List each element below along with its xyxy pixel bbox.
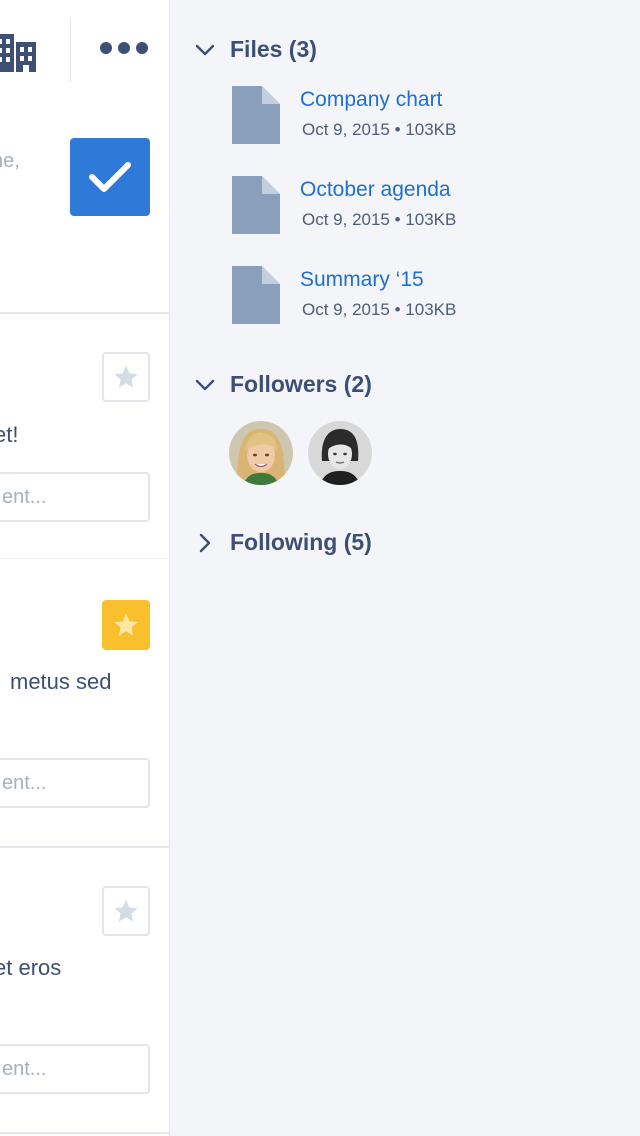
document-icon xyxy=(232,176,280,234)
file-name-link[interactable]: October agenda xyxy=(300,178,451,202)
post-text: et eros xyxy=(0,955,62,980)
avatar-woman-blonde-icon xyxy=(229,421,293,485)
file-meta: Oct 9, 2015 • 103KB xyxy=(302,210,457,229)
star-icon xyxy=(114,899,138,922)
comment-input[interactable]: ent... xyxy=(0,1044,150,1094)
company-building-icon[interactable] xyxy=(0,28,42,72)
document-icon xyxy=(232,266,280,324)
file-meta: Oct 9, 2015 • 103KB xyxy=(302,300,457,319)
following-section-header[interactable]: Following (5) xyxy=(194,529,372,556)
star-icon xyxy=(114,613,138,636)
following-section-title: Following (5) xyxy=(230,529,372,555)
feed-divider xyxy=(0,846,169,848)
document-icon xyxy=(232,86,280,144)
follower-avatar[interactable] xyxy=(308,421,372,485)
file-meta: Oct 9, 2015 • 103KB xyxy=(302,120,457,139)
star-icon xyxy=(114,365,138,388)
files-section-title: Files (3) xyxy=(230,36,317,62)
chevron-down-icon xyxy=(195,379,215,390)
chevron-down-icon xyxy=(195,44,215,55)
file-name-link[interactable]: Company chart xyxy=(300,88,442,112)
submit-check-button[interactable] xyxy=(70,138,150,216)
checkmark-icon xyxy=(89,162,131,192)
feed-divider xyxy=(0,1132,169,1134)
file-name-link[interactable]: Summary ‘15 xyxy=(300,268,424,292)
star-toggle-button[interactable] xyxy=(102,352,150,402)
follower-avatar[interactable] xyxy=(229,421,293,485)
feed-panel: ne, et! ent... metus sed ent... et eros … xyxy=(0,0,170,1136)
post-text: metus sed xyxy=(10,669,112,694)
feed-divider xyxy=(0,312,169,314)
more-options-icon[interactable] xyxy=(100,40,150,56)
files-section-header[interactable]: Files (3) xyxy=(194,36,317,63)
star-toggle-button-starred[interactable] xyxy=(102,600,150,650)
avatar-person-dark-hair-icon xyxy=(308,421,372,485)
star-toggle-button[interactable] xyxy=(102,886,150,936)
composer-text[interactable]: ne, xyxy=(0,150,20,173)
chevron-right-icon xyxy=(199,533,211,552)
toolbar-divider xyxy=(70,18,71,82)
followers-section-header[interactable]: Followers (2) xyxy=(194,371,372,398)
feed-divider xyxy=(0,558,169,559)
comment-input[interactable]: ent... xyxy=(0,472,150,522)
post-text: et! xyxy=(0,422,19,447)
followers-section-title: Followers (2) xyxy=(230,371,372,397)
comment-input[interactable]: ent... xyxy=(0,758,150,808)
